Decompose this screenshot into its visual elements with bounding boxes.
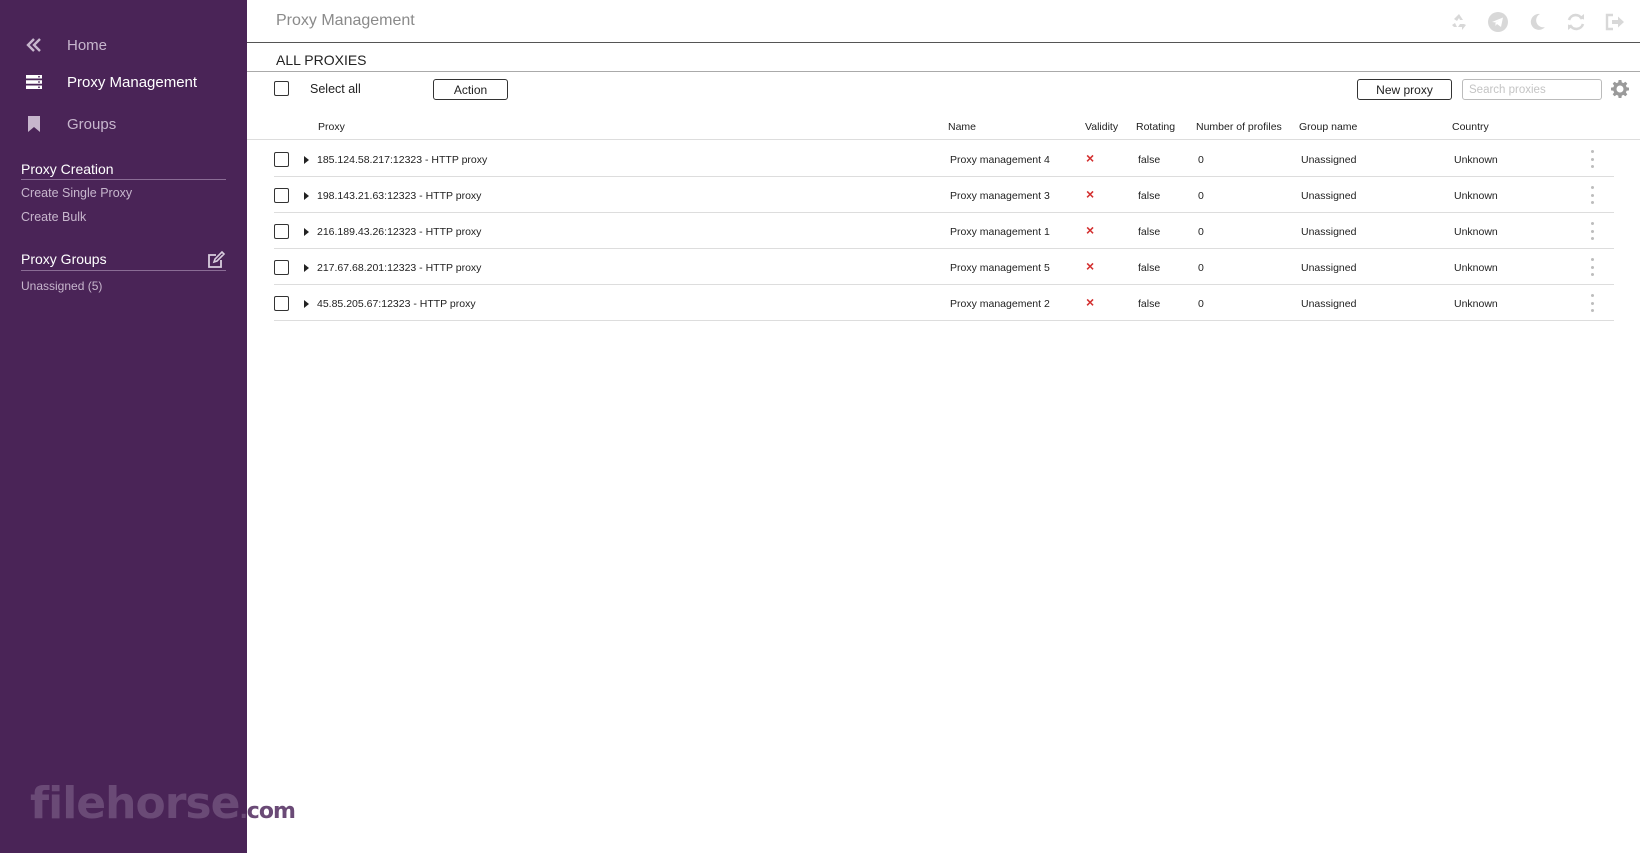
action-button[interactable]: Action [433,79,508,100]
section-title: ALL PROXIES [276,52,367,68]
table-row[interactable]: 185.124.58.217:12323 - HTTP proxy Proxy … [274,141,1614,177]
rotating-cell: false [1138,298,1161,310]
divider [247,139,1640,140]
header: Proxy Management [247,0,1640,43]
invalid-icon: × [1086,186,1095,202]
column-header-rotating[interactable]: Rotating [1136,121,1175,133]
create-single-proxy-link[interactable]: Create Single Proxy [21,186,132,200]
nav-item-label: Groups [67,115,117,133]
profiles-cell: 0 [1198,262,1204,274]
name-cell: Proxy management 5 [950,262,1050,274]
select-all-label: Select all [310,82,361,96]
table-row[interactable]: 216.189.43.26:12323 - HTTP proxy Proxy m… [274,213,1614,249]
table-row[interactable]: 217.67.68.201:12323 - HTTP proxy Proxy m… [274,249,1614,285]
proxy-cell: 185.124.58.217:12323 - HTTP proxy [317,154,488,166]
filehorse-logo: filehorse.com [30,778,296,829]
table-row[interactable]: 45.85.205.67:12323 - HTTP proxy Proxy ma… [274,285,1614,321]
caret-right-icon[interactable] [304,300,309,308]
telegram-icon[interactable] [1487,11,1509,33]
more-vert-icon[interactable] [1589,186,1595,204]
invalid-icon: × [1086,294,1095,310]
table-row[interactable]: 198.143.21.63:12323 - HTTP proxy Proxy m… [274,177,1614,213]
refresh-icon[interactable] [1565,11,1587,33]
rotating-cell: false [1138,262,1161,274]
profiles-cell: 0 [1198,226,1204,238]
country-cell: Unknown [1454,190,1498,202]
divider [21,270,226,271]
recycle-icon[interactable] [1448,11,1470,33]
more-vert-icon[interactable] [1589,258,1595,276]
nav-item-label: Proxy Management [67,73,198,91]
nav-item-groups[interactable]: Groups [0,109,247,139]
rotating-cell: false [1138,190,1161,202]
country-cell: Unknown [1454,154,1498,166]
edit-icon[interactable] [206,250,226,270]
caret-right-icon[interactable] [304,228,309,236]
proxy-creation-title: Proxy Creation [21,161,226,180]
proxy-cell: 45.85.205.67:12323 - HTTP proxy [317,298,476,310]
row-checkbox[interactable] [274,260,289,275]
select-all-checkbox[interactable] [274,81,289,96]
column-header-proxy[interactable]: Proxy [318,121,345,133]
name-cell: Proxy management 2 [950,298,1050,310]
search-input[interactable] [1462,79,1602,100]
caret-right-icon[interactable] [304,192,309,200]
server-icon [24,72,44,92]
more-vert-icon[interactable] [1589,294,1595,312]
nav-item-label: Home [67,36,108,54]
proxy-cell: 216.189.43.26:12323 - HTTP proxy [317,226,482,238]
invalid-icon: × [1086,222,1095,238]
row-checkbox[interactable] [274,296,289,311]
proxy-cell: 217.67.68.201:12323 - HTTP proxy [317,262,482,274]
country-cell: Unknown [1454,226,1498,238]
group-cell: Unassigned [1301,262,1357,274]
create-bulk-link[interactable]: Create Bulk [21,210,86,224]
new-proxy-button[interactable]: New proxy [1357,79,1452,100]
nav-item-home[interactable]: Home [0,30,247,60]
row-checkbox[interactable] [274,188,289,203]
caret-right-icon[interactable] [304,156,309,164]
country-cell: Unknown [1454,262,1498,274]
divider [247,71,1640,72]
header-icons [1448,11,1626,33]
group-cell: Unassigned [1301,190,1357,202]
column-header-profiles[interactable]: Number of profiles [1196,121,1282,133]
bookmark-icon [24,114,44,134]
moon-icon[interactable] [1526,11,1548,33]
profiles-cell: 0 [1198,190,1204,202]
row-checkbox[interactable] [274,224,289,239]
proxy-cell: 198.143.21.63:12323 - HTTP proxy [317,190,482,202]
page-title: Proxy Management [276,12,415,29]
double-chevron-left-icon [24,35,44,55]
name-cell: Proxy management 3 [950,190,1050,202]
group-cell: Unassigned [1301,154,1357,166]
nav-item-proxy-management[interactable]: Proxy Management [0,67,247,97]
group-unassigned-link[interactable]: Unassigned (5) [21,279,102,293]
profiles-cell: 0 [1198,154,1204,166]
proxy-groups-title: Proxy Groups [21,251,107,267]
country-cell: Unknown [1454,298,1498,310]
rotating-cell: false [1138,226,1161,238]
group-cell: Unassigned [1301,298,1357,310]
logout-icon[interactable] [1604,11,1626,33]
gear-icon[interactable] [1610,79,1630,99]
more-vert-icon[interactable] [1589,222,1595,240]
invalid-icon: × [1086,258,1095,274]
invalid-icon: × [1086,150,1095,166]
caret-right-icon[interactable] [304,264,309,272]
column-header-validity[interactable]: Validity [1085,121,1118,133]
group-cell: Unassigned [1301,226,1357,238]
rotating-cell: false [1138,154,1161,166]
name-cell: Proxy management 4 [950,154,1050,166]
sidebar: Home Proxy Management Groups Proxy Creat… [0,0,296,853]
column-header-group[interactable]: Group name [1299,121,1357,133]
column-header-country[interactable]: Country [1452,121,1489,133]
name-cell: Proxy management 1 [950,226,1050,238]
profiles-cell: 0 [1198,298,1204,310]
more-vert-icon[interactable] [1589,150,1595,168]
row-checkbox[interactable] [274,152,289,167]
column-header-name[interactable]: Name [948,121,976,133]
